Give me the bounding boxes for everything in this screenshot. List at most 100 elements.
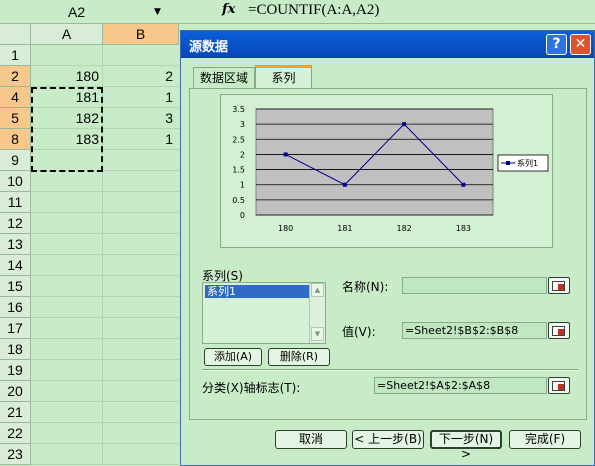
tab-data-range[interactable]: 数据区域 (193, 67, 255, 88)
cell-a[interactable] (31, 45, 103, 65)
cancel-button[interactable]: 取消 (275, 430, 347, 449)
row-header[interactable]: 17 (0, 318, 31, 339)
cell-a[interactable] (31, 234, 103, 254)
cell-b[interactable] (103, 402, 179, 422)
cell-a[interactable] (31, 444, 103, 464)
cell-b[interactable] (103, 444, 179, 464)
tab-series[interactable]: 系列 (255, 65, 312, 89)
cell-b[interactable] (103, 192, 179, 212)
dropdown-arrow-icon[interactable]: ▼ (154, 7, 161, 17)
cell-a[interactable] (31, 423, 103, 443)
row-header[interactable]: 4 (0, 87, 31, 108)
series-list-item[interactable]: 系列1 (205, 285, 309, 298)
cell-b[interactable] (103, 360, 179, 380)
row-header[interactable]: 13 (0, 234, 31, 255)
cell-a[interactable] (31, 255, 103, 275)
row-header[interactable]: 9 (0, 150, 31, 171)
copy-marquee (31, 87, 103, 172)
next-button[interactable]: 下一步(N) > (430, 430, 502, 461)
series-listbox[interactable]: 系列1 ▲ ▼ (202, 282, 326, 344)
cell-b[interactable] (103, 297, 179, 317)
scroll-down-icon[interactable]: ▼ (311, 327, 324, 341)
category-labels-field[interactable]: =Sheet2!$A$2:$A$8 (374, 377, 547, 394)
series-list-scrollbar[interactable]: ▲ ▼ (309, 283, 325, 343)
row-header[interactable]: 11 (0, 192, 31, 213)
back-button[interactable]: < 上一步(B) (352, 430, 424, 449)
row-header[interactable]: 5 (0, 108, 31, 129)
sheet-row (31, 234, 179, 255)
values-field[interactable]: =Sheet2!$B$2:$B$8 (402, 322, 547, 339)
cell-b[interactable] (103, 171, 179, 191)
dialog-title: 源数据 (189, 40, 229, 55)
name-box[interactable]: A2 ▼ (2, 2, 172, 22)
cell-b[interactable]: 1 (103, 129, 179, 149)
row-header[interactable]: 21 (0, 402, 31, 423)
cell-a[interactable] (31, 213, 103, 233)
range-picker-icon[interactable] (548, 277, 570, 294)
cell-b[interactable] (103, 318, 179, 338)
cell-a[interactable] (31, 402, 103, 422)
legend-marker (506, 161, 510, 165)
cell-b[interactable] (103, 255, 179, 275)
cell-b[interactable] (103, 381, 179, 401)
cell-a[interactable] (31, 171, 103, 191)
cell-a[interactable] (31, 297, 103, 317)
row-header[interactable]: 14 (0, 255, 31, 276)
y-tick-label: 3 (240, 120, 245, 129)
formula-input[interactable]: =COUNTIF(A:A,A2) (248, 2, 379, 19)
sheet-row (31, 423, 179, 444)
cell-a[interactable] (31, 339, 103, 359)
range-picker-icon[interactable] (548, 322, 570, 339)
cell-a[interactable]: 180 (31, 66, 103, 86)
row-header[interactable]: 1 (0, 45, 31, 66)
cell-b[interactable] (103, 150, 179, 170)
cell-b[interactable]: 3 (103, 108, 179, 128)
column-header-a[interactable]: A (31, 24, 103, 45)
data-point (461, 182, 466, 187)
row-header[interactable]: 18 (0, 339, 31, 360)
cell-b[interactable] (103, 234, 179, 254)
close-button[interactable]: ✕ (570, 34, 591, 55)
row-header[interactable]: 20 (0, 381, 31, 402)
x-tick-label: 182 (396, 224, 411, 233)
row-header[interactable]: 2 (0, 66, 31, 87)
sheet-row (31, 213, 179, 234)
cell-a[interactable] (31, 381, 103, 401)
x-tick-label: 181 (337, 224, 352, 233)
row-header[interactable]: 10 (0, 171, 31, 192)
cell-a[interactable] (31, 318, 103, 338)
add-series-button[interactable]: 添加(A) (204, 348, 262, 366)
dialog-titlebar[interactable]: 源数据 ? ✕ (181, 31, 594, 58)
cell-b[interactable]: 2 (103, 66, 179, 86)
cell-b[interactable] (103, 213, 179, 233)
row-header[interactable]: 19 (0, 360, 31, 381)
cell-a[interactable] (31, 192, 103, 212)
row-header[interactable]: 8 (0, 129, 31, 150)
cell-a[interactable] (31, 276, 103, 296)
remove-series-button[interactable]: 删除(R) (268, 348, 330, 366)
sheet-row (31, 255, 179, 276)
row-header[interactable]: 16 (0, 297, 31, 318)
sheet-row (31, 276, 179, 297)
cell-b[interactable] (103, 339, 179, 359)
column-header-b[interactable]: B (103, 24, 179, 45)
name-field[interactable] (402, 277, 547, 294)
sheet-row (31, 339, 179, 360)
sheet-row (31, 192, 179, 213)
row-header[interactable]: 12 (0, 213, 31, 234)
scroll-up-icon[interactable]: ▲ (311, 283, 324, 297)
select-all-corner[interactable] (0, 24, 31, 45)
cell-a[interactable] (31, 360, 103, 380)
finish-button[interactable]: 完成(F) (509, 430, 581, 449)
fx-icon[interactable]: fx (222, 2, 235, 17)
row-header[interactable]: 23 (0, 444, 31, 465)
row-header[interactable]: 15 (0, 276, 31, 297)
cell-b[interactable] (103, 276, 179, 296)
name-box-value: A2 (68, 4, 86, 20)
cell-b[interactable] (103, 423, 179, 443)
help-button[interactable]: ? (546, 34, 567, 55)
range-picker-icon[interactable] (548, 377, 570, 394)
cell-b[interactable] (103, 45, 179, 65)
row-header[interactable]: 22 (0, 423, 31, 444)
cell-b[interactable]: 1 (103, 87, 179, 107)
